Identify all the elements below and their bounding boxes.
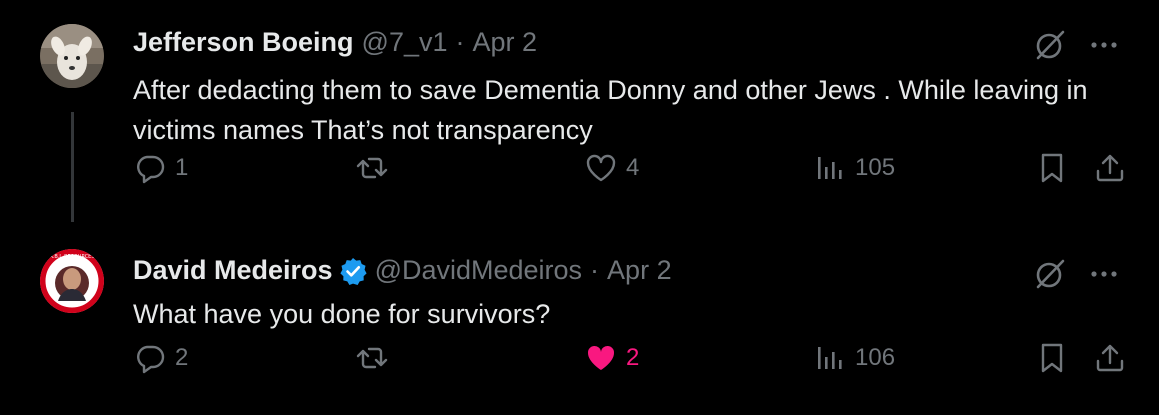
reply-button[interactable]: 2 bbox=[133, 341, 188, 375]
tweet-text: What have you done for survivors? bbox=[133, 299, 551, 329]
avatar[interactable]: A.B.I. RESOURCES bbox=[40, 249, 104, 313]
retweet-icon bbox=[356, 347, 388, 369]
tweet-top-actions bbox=[1033, 28, 1119, 62]
tweet-date[interactable]: Apr 2 bbox=[607, 255, 672, 286]
like-button[interactable]: 4 bbox=[584, 151, 639, 185]
reply-count: 2 bbox=[175, 344, 189, 371]
reply-count: 1 bbox=[175, 154, 189, 181]
analytics-icon bbox=[818, 347, 842, 369]
reply-button[interactable]: 1 bbox=[133, 151, 188, 185]
share-icon bbox=[1096, 154, 1124, 182]
bookmark-button[interactable] bbox=[1035, 151, 1069, 185]
avatar[interactable] bbox=[40, 24, 104, 88]
tweet[interactable]: Jefferson Boeing @7_v1 · Apr 2 After ded… bbox=[0, 0, 1159, 225]
share-button[interactable] bbox=[1093, 341, 1127, 375]
grok-icon[interactable] bbox=[1033, 257, 1067, 291]
views-button[interactable]: 106 bbox=[813, 341, 895, 375]
view-count: 105 bbox=[855, 154, 896, 181]
tweet-text: After dedacting them to save Dementia Do… bbox=[133, 75, 1088, 145]
author-handle[interactable]: @7_v1 bbox=[362, 27, 448, 58]
separator: · bbox=[455, 27, 465, 57]
bookmark-icon bbox=[1041, 153, 1063, 183]
like-button[interactable]: 2 bbox=[584, 341, 639, 375]
tweet-header: David Medeiros @DavidMedeiros · Apr 2 bbox=[133, 255, 672, 286]
tweet-header: Jefferson Boeing @7_v1 · Apr 2 bbox=[133, 27, 537, 58]
more-options-icon[interactable] bbox=[1089, 269, 1119, 279]
author-handle[interactable]: @DavidMedeiros bbox=[375, 255, 582, 286]
avatar-badge-text: A.B.I. RESOURCES bbox=[49, 254, 94, 260]
share-icon bbox=[1096, 344, 1124, 372]
more-options-icon[interactable] bbox=[1089, 40, 1119, 50]
reply-icon bbox=[137, 155, 165, 184]
author-name[interactable]: David Medeiros bbox=[133, 255, 333, 286]
heart-icon bbox=[586, 154, 616, 182]
tweet-top-actions bbox=[1033, 257, 1119, 291]
retweet-icon bbox=[356, 157, 388, 179]
view-count: 106 bbox=[855, 344, 896, 371]
thread-line bbox=[71, 112, 74, 222]
views-button[interactable]: 105 bbox=[813, 151, 895, 185]
separator: · bbox=[590, 255, 600, 285]
retweet-button[interactable] bbox=[355, 341, 397, 375]
reply-icon bbox=[137, 345, 165, 374]
bookmark-button[interactable] bbox=[1035, 341, 1069, 375]
heart-filled-icon bbox=[587, 345, 615, 370]
author-name[interactable]: Jefferson Boeing bbox=[133, 27, 354, 58]
bookmark-icon bbox=[1041, 343, 1063, 373]
grok-icon[interactable] bbox=[1033, 28, 1067, 62]
share-button[interactable] bbox=[1093, 151, 1127, 185]
like-count: 4 bbox=[626, 154, 640, 181]
retweet-button[interactable] bbox=[355, 151, 397, 185]
verified-badge-icon[interactable] bbox=[339, 257, 367, 285]
like-count: 2 bbox=[626, 344, 640, 371]
analytics-icon bbox=[818, 157, 842, 179]
tweet-date[interactable]: Apr 2 bbox=[473, 27, 538, 58]
tweet[interactable]: A.B.I. RESOURCES David Medeiros @DavidMe… bbox=[0, 225, 1159, 415]
